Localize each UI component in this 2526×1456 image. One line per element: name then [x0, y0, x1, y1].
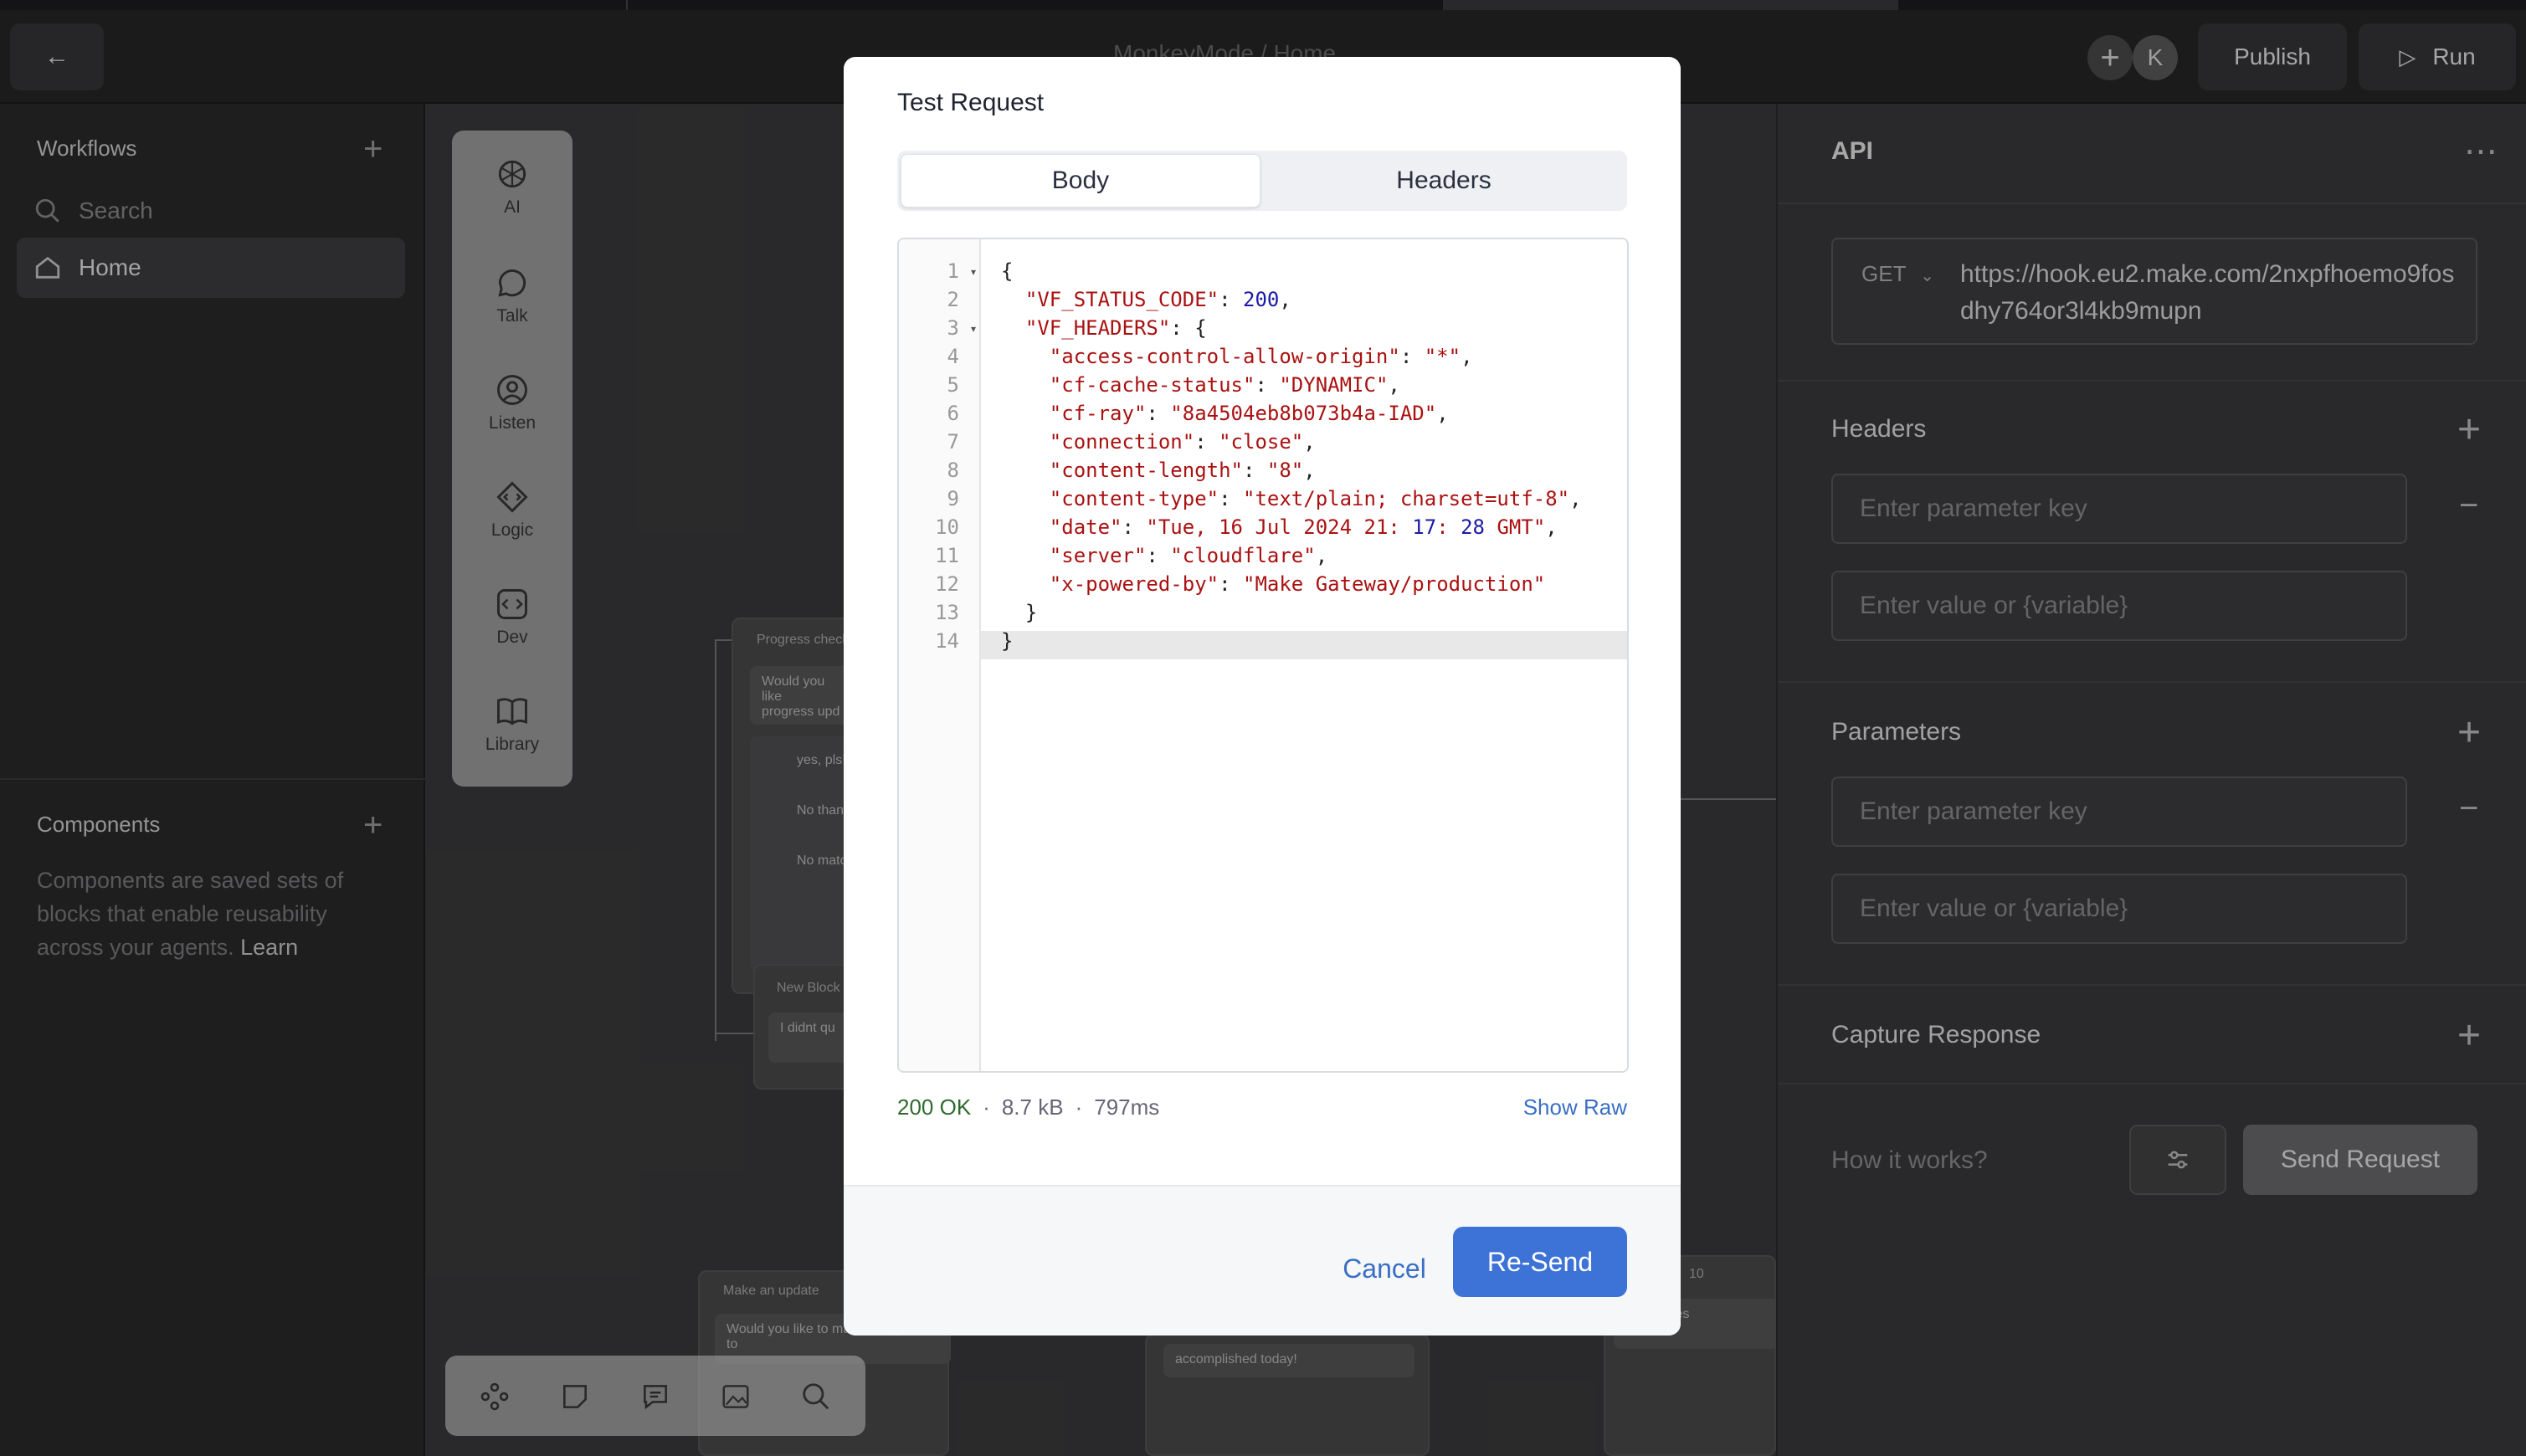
response-size: 8.7 kB [1001, 1095, 1064, 1120]
code-line: "x-powered-by": "Make Gateway/production… [1049, 572, 1546, 596]
status-code: 200 OK [897, 1095, 972, 1120]
line-number: 14 [935, 629, 959, 653]
response-code-editor[interactable]: 1 ▾ 2 3 ▾ 4 5 6 7 8 9 10 11 12 13 14 { "VF_STATUS_CODE"… [897, 238, 1629, 1073]
code-line: } [1001, 601, 1038, 624]
test-request-modal: Test Request Body Headers 1 ▾ 2 3 ▾ 4 5 6 7 8 9 10 1… [844, 57, 1681, 1336]
line-number: 4 [947, 345, 959, 368]
code-line: } [1001, 629, 1014, 653]
line-number: 12 [935, 572, 959, 596]
fold-toggle-icon[interactable]: ▾ [971, 323, 976, 335]
code-line: "cf-cache-status": "DYNAMIC", [1049, 373, 1400, 397]
line-number: 10 [935, 515, 959, 539]
code-line: "content-length": "8", [1049, 459, 1316, 482]
line-number: 9 [947, 487, 959, 510]
code-line: { [1001, 259, 1014, 283]
resend-button[interactable]: Re-Send [1453, 1227, 1627, 1297]
line-number: 7 [947, 430, 959, 454]
response-status: 200 OK · 8.7 kB · 797ms [897, 1095, 1159, 1120]
modal-title: Test Request [897, 89, 1045, 116]
code-line: "access-control-allow-origin": "*", [1049, 345, 1473, 368]
modal-footer: Cancel Re-Send [844, 1185, 1681, 1336]
line-number: 3 [947, 316, 959, 340]
line-number: 11 [935, 544, 959, 567]
line-number: 2 [947, 288, 959, 311]
code-line: "server": "cloudflare", [1049, 544, 1328, 567]
line-number: 5 [947, 373, 959, 397]
line-number: 1 [947, 259, 959, 283]
line-number: 8 [947, 459, 959, 482]
separator-dot: · [983, 1095, 990, 1120]
modal-tabs: Body Headers [897, 151, 1627, 211]
line-number: 6 [947, 402, 959, 425]
code-line: "VF_STATUS_CODE": 200, [1024, 288, 1291, 311]
code-line: "content-type": "text/plain; charset=utf… [1049, 487, 1582, 510]
separator-dot: · [1075, 1095, 1083, 1120]
tab-body[interactable]: Body [901, 154, 1260, 208]
line-number: 13 [935, 601, 959, 624]
fold-toggle-icon[interactable]: ▾ [971, 266, 976, 278]
code-line: "date": "Tue, 16 Jul 2024 21: 17: 28 GMT… [1049, 515, 1558, 539]
response-time: 797ms [1094, 1095, 1160, 1120]
tab-headers[interactable]: Headers [1264, 154, 1624, 208]
code-line: "cf-ray": "8a4504eb8b073b4a-IAD", [1049, 402, 1449, 425]
code-line: "VF_HEADERS": { [1024, 316, 1207, 340]
line-number-gutter: 1 ▾ 2 3 ▾ 4 5 6 7 8 9 10 11 12 13 14 [899, 239, 981, 1071]
code-line: "connection": "close", [1049, 430, 1316, 454]
show-raw-link[interactable]: Show Raw [1523, 1095, 1627, 1120]
cancel-button[interactable]: Cancel [1317, 1233, 1451, 1304]
